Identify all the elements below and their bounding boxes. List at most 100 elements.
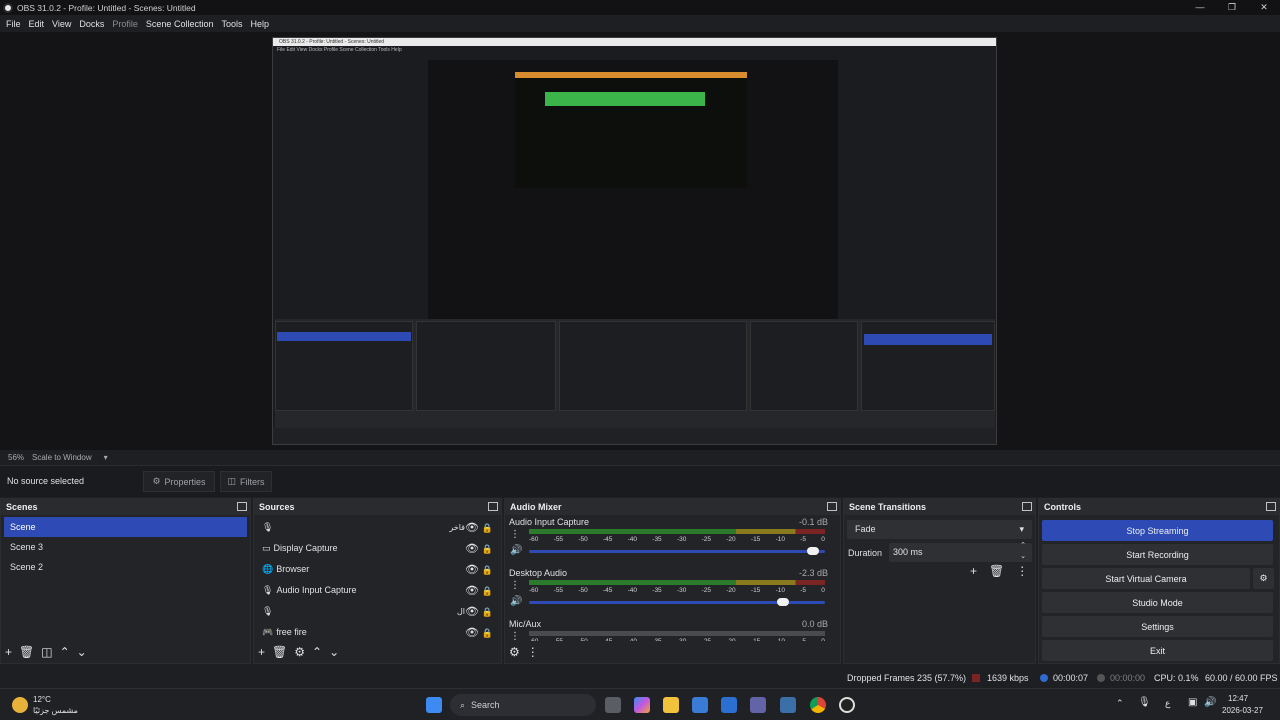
- menu-tools[interactable]: Tools: [221, 19, 242, 29]
- channel-db: 0.0 dB: [801, 619, 828, 629]
- chrome-icon[interactable]: [810, 697, 826, 713]
- source-item[interactable]: 🎙 فاخر 👁 🔒: [254, 517, 501, 538]
- lock-icon[interactable]: 🔒: [482, 539, 493, 560]
- menu-file[interactable]: File: [6, 19, 21, 29]
- windows-start-icon[interactable]: [426, 697, 442, 713]
- speaker-icon[interactable]: 🔊: [510, 596, 522, 607]
- network-icon[interactable]: ▣: [1188, 697, 1197, 708]
- teams-icon[interactable]: [750, 697, 766, 713]
- add-icon[interactable]: +: [258, 645, 265, 659]
- add-icon[interactable]: +: [970, 564, 977, 578]
- chevron-up-icon[interactable]: ⌃: [1116, 698, 1124, 709]
- arrow-down-icon[interactable]: ⌄: [77, 645, 87, 659]
- trash-icon[interactable]: 🗑: [989, 564, 1004, 578]
- arrow-down-icon[interactable]: ⌄: [329, 645, 339, 659]
- volume-slider[interactable]: [529, 547, 825, 555]
- lock-icon[interactable]: 🔒: [482, 518, 493, 539]
- add-icon[interactable]: +: [5, 645, 12, 659]
- file-explorer-icon[interactable]: [663, 697, 679, 713]
- eye-icon[interactable]: 👁: [465, 539, 479, 560]
- chevron-down-icon[interactable]: ▾: [104, 453, 108, 462]
- arrow-up-icon[interactable]: ⌃: [312, 645, 322, 659]
- menu-scene-collection[interactable]: Scene Collection: [146, 19, 214, 29]
- more-icon[interactable]: ⋮: [510, 529, 520, 540]
- minimize-button[interactable]: —: [1184, 2, 1216, 13]
- stop-streaming-button[interactable]: Stop Streaming: [1042, 520, 1273, 541]
- studio-mode-button[interactable]: Studio Mode: [1042, 592, 1273, 613]
- undock-icon[interactable]: [827, 502, 837, 511]
- language-indicator[interactable]: ع: [1165, 698, 1170, 709]
- lock-icon[interactable]: 🔒: [482, 560, 493, 581]
- virtual-camera-settings-button[interactable]: ⚙: [1253, 568, 1274, 589]
- filter-icon[interactable]: ◫: [41, 645, 52, 659]
- preview-content: OBS 31.0.2 - Profile: Untitled - Scenes:…: [272, 37, 997, 445]
- undock-icon[interactable]: [1022, 502, 1032, 511]
- more-icon[interactable]: ⋮: [1016, 564, 1028, 578]
- store-icon[interactable]: [692, 697, 708, 713]
- zoom-level[interactable]: 56%: [8, 453, 24, 462]
- weather-desc: مشمس جزئيًا: [33, 706, 78, 715]
- obs-logo-icon: [3, 2, 13, 13]
- scene-item[interactable]: Scene 3: [4, 537, 247, 557]
- menu-edit[interactable]: Edit: [29, 19, 45, 29]
- copilot-icon[interactable]: [634, 697, 650, 713]
- undock-icon[interactable]: [1266, 502, 1276, 511]
- tick-label: -50: [578, 536, 588, 543]
- settings-button[interactable]: Settings: [1042, 616, 1273, 637]
- speaker-icon[interactable]: 🔊: [510, 545, 522, 556]
- eye-icon[interactable]: 👁: [465, 602, 479, 623]
- trash-icon[interactable]: 🗑: [272, 645, 287, 659]
- start-virtual-camera-button[interactable]: Start Virtual Camera: [1042, 568, 1250, 589]
- menu-help[interactable]: Help: [250, 19, 269, 29]
- scene-item[interactable]: Scene: [4, 517, 247, 537]
- mic-icon[interactable]: 🎙: [1138, 697, 1151, 708]
- volume-slider[interactable]: [529, 598, 825, 606]
- fps: 60.00 / 60.00 FPS: [1205, 673, 1278, 683]
- slider-knob[interactable]: [777, 598, 790, 606]
- more-icon[interactable]: ⋮: [510, 580, 520, 591]
- taskbar-search[interactable]: ⌕ Search: [450, 694, 596, 716]
- menu-docks[interactable]: Docks: [79, 19, 104, 29]
- scale-mode[interactable]: Scale to Window: [32, 453, 92, 462]
- duration-spinbox[interactable]: 300 ms ⌃ ⌄: [889, 540, 1032, 562]
- tick-label: -50: [578, 587, 588, 594]
- source-item[interactable]: 🎮 free fire 👁 🔒: [254, 622, 501, 643]
- lock-icon[interactable]: 🔒: [482, 581, 493, 602]
- exit-button[interactable]: Exit: [1042, 640, 1273, 661]
- undock-icon[interactable]: [488, 502, 498, 511]
- transitions-title: Scene Transitions: [849, 502, 927, 512]
- menu-profile[interactable]: Profile: [112, 19, 138, 29]
- menu-view[interactable]: View: [52, 19, 71, 29]
- trash-icon[interactable]: 🗑: [19, 645, 34, 659]
- lock-icon[interactable]: 🔒: [482, 602, 493, 623]
- source-item[interactable]: 🎙 Audio Input Capture 👁 🔒: [254, 580, 501, 601]
- volume-icon[interactable]: 🔊: [1204, 697, 1216, 708]
- obs-taskbar-icon[interactable]: [839, 697, 855, 713]
- task-view-icon[interactable]: [605, 697, 621, 713]
- filters-button[interactable]: ◫ Filters: [220, 471, 272, 492]
- gear-icon[interactable]: ⚙: [509, 645, 520, 659]
- close-button[interactable]: ✕: [1248, 2, 1280, 13]
- source-item[interactable]: 🎙 ال 👁 🔒: [254, 601, 501, 622]
- window-title: OBS 31.0.2 - Profile: Untitled - Scenes:…: [17, 2, 196, 13]
- eye-icon[interactable]: 👁: [465, 581, 479, 602]
- slider-knob[interactable]: [807, 547, 820, 555]
- scene-item[interactable]: Scene 2: [4, 557, 247, 577]
- source-item[interactable]: ▭ Display Capture 👁 🔒: [254, 538, 501, 559]
- outlook-icon[interactable]: [721, 697, 737, 713]
- tick-label: -60: [529, 536, 539, 543]
- arrow-up-icon[interactable]: ⌃: [60, 645, 70, 659]
- audio-mixer-title: Audio Mixer: [510, 502, 562, 512]
- spin-arrows-icon[interactable]: ⌃ ⌄: [1020, 540, 1026, 562]
- start-recording-button[interactable]: Start Recording: [1042, 544, 1273, 565]
- source-item[interactable]: 🌐 Browser 👁 🔒: [254, 559, 501, 580]
- photos-icon[interactable]: [780, 697, 796, 713]
- eye-icon[interactable]: 👁: [465, 518, 479, 539]
- undock-icon[interactable]: [237, 502, 247, 511]
- gear-icon[interactable]: ⚙: [294, 645, 305, 659]
- maximize-button[interactable]: ❐: [1216, 2, 1248, 13]
- properties-button[interactable]: ⚙ Properties: [143, 471, 215, 492]
- eye-icon[interactable]: 👁: [465, 560, 479, 581]
- transition-select[interactable]: Fade ▾: [847, 520, 1032, 539]
- more-icon[interactable]: ⋮: [527, 645, 539, 659]
